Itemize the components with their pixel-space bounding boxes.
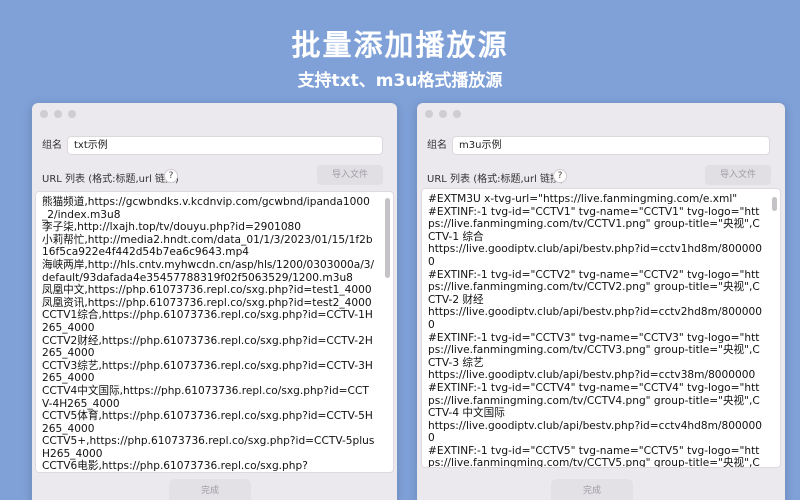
minimize-window-icon[interactable]: [439, 110, 447, 118]
group-name-input[interactable]: m3u示例: [452, 136, 770, 155]
window-controls: [40, 110, 76, 118]
import-file-button[interactable]: 导入文件: [705, 165, 771, 185]
url-list-textarea[interactable]: 熊猫频道,https://gcwbndks.v.kcdnvip.com/gcwb…: [35, 191, 394, 473]
m3u-import-window: 组名 m3u示例 URL 列表 (格式:标题,url 链接) ? 导入文件 #E…: [417, 103, 785, 500]
url-list-content: 熊猫频道,https://gcwbndks.v.kcdnvip.com/gcwb…: [42, 196, 375, 473]
import-file-button[interactable]: 导入文件: [317, 165, 383, 185]
window-controls: [425, 110, 461, 118]
hero-title: 批量添加播放源: [291, 28, 509, 62]
window-titlebar: [417, 103, 785, 125]
close-window-icon[interactable]: [425, 110, 433, 118]
txt-import-window: 组名 txt示例 URL 列表 (格式:标题,url 链接) ? 导入文件 熊猫…: [32, 103, 397, 500]
url-list-content: #EXTM3U x-tvg-url="https://live.fanmingm…: [428, 193, 762, 468]
help-icon[interactable]: ?: [164, 169, 178, 183]
close-window-icon[interactable]: [40, 110, 48, 118]
help-icon[interactable]: ?: [553, 169, 567, 183]
url-list-label: URL 列表 (格式:标题,url 链接): [42, 174, 179, 185]
hero-subtitle: 支持txt、m3u格式播放源: [297, 71, 503, 91]
done-button[interactable]: 完成: [169, 479, 251, 500]
group-name-input[interactable]: txt示例: [67, 136, 383, 155]
done-button[interactable]: 完成: [551, 479, 633, 500]
url-list-label: URL 列表 (格式:标题,url 链接): [427, 174, 564, 185]
window-titlebar: [32, 103, 397, 125]
zoom-window-icon[interactable]: [453, 110, 461, 118]
textarea-scrollbar[interactable]: [772, 197, 777, 211]
url-list-textarea[interactable]: #EXTM3U x-tvg-url="https://live.fanmingm…: [421, 188, 781, 468]
textarea-scrollbar[interactable]: [385, 198, 390, 278]
group-name-label: 组名: [42, 140, 62, 151]
group-name-label: 组名: [427, 140, 447, 151]
minimize-window-icon[interactable]: [54, 110, 62, 118]
zoom-window-icon[interactable]: [68, 110, 76, 118]
